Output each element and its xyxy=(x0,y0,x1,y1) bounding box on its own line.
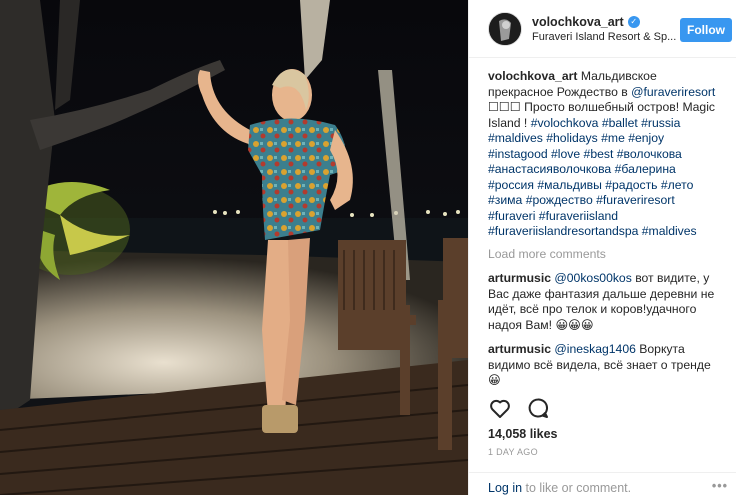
likes-count[interactable]: 14,058 likes xyxy=(488,427,558,441)
post-header: volochkova_art ✓ Furaveri Island Resort … xyxy=(469,0,736,58)
post-photo[interactable] xyxy=(0,0,468,495)
comment-username[interactable]: arturmusic xyxy=(488,271,551,285)
comment-item: arturmusic @00kos00kos вот видите, у Вас… xyxy=(488,271,724,333)
login-prompt-text: to like or comment. xyxy=(522,481,632,495)
follow-button[interactable]: Follow xyxy=(680,18,732,42)
avatar-image xyxy=(489,12,521,45)
more-options-icon[interactable]: ••• xyxy=(712,479,728,493)
caption-username[interactable]: volochkova_art xyxy=(488,69,577,83)
hashtag-link[interactable]: @furaveriresort xyxy=(631,85,715,99)
hashtag-link[interactable]: @ineskag1406 xyxy=(554,342,636,356)
hashtag-link[interactable]: #volochkova #ballet #russia #maldives #h… xyxy=(488,116,697,239)
post-actions xyxy=(488,396,550,423)
load-more-comments-button[interactable]: Load more comments xyxy=(488,247,724,263)
night-beach-photo xyxy=(0,0,468,495)
post-sidebar: volochkova_art ✓ Furaveri Island Resort … xyxy=(468,0,736,495)
avatar[interactable] xyxy=(488,11,522,46)
caption: volochkova_art Мальдивское прекрасное Ро… xyxy=(488,69,724,240)
comment-item: arturmusic @ineskag1406 Воркута видимо в… xyxy=(488,342,724,389)
instagram-post: volochkova_art ✓ Furaveri Island Resort … xyxy=(0,0,736,495)
login-footer: Log in to like or comment. ••• xyxy=(469,472,736,495)
post-date: 1 DAY AGO xyxy=(488,447,538,457)
login-link[interactable]: Log in xyxy=(488,481,522,495)
heart-icon[interactable] xyxy=(488,396,512,423)
username[interactable]: volochkova_art xyxy=(532,15,624,29)
verified-badge-icon: ✓ xyxy=(627,15,640,28)
caption-text: Мальдивское прекрасное Рождество в @fura… xyxy=(488,69,715,238)
hashtag-link[interactable]: @00kos00kos xyxy=(554,271,631,285)
comment-username[interactable]: arturmusic xyxy=(488,342,551,356)
comment-icon[interactable] xyxy=(526,396,550,423)
comments-list: volochkova_art Мальдивское прекрасное Ро… xyxy=(469,58,736,391)
